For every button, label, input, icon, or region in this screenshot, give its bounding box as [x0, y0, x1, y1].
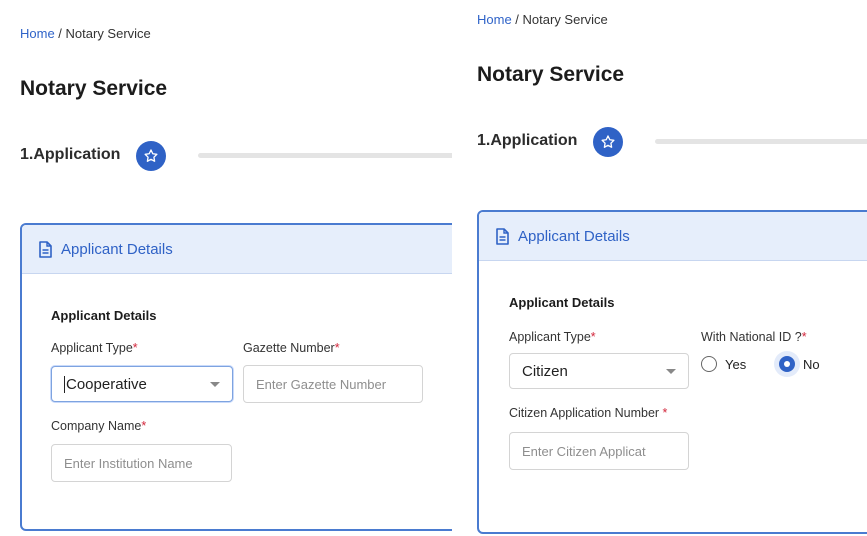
step-badge[interactable] [593, 127, 623, 157]
applicant-type-label: Applicant Type* [509, 330, 596, 344]
breadcrumb-separator: / [54, 26, 66, 41]
applicant-type-select[interactable]: Citizen [509, 353, 689, 389]
company-name-label: Company Name* [51, 419, 147, 433]
required-marker: * [132, 341, 138, 355]
gazette-number-label: Gazette Number* [243, 341, 340, 355]
required-marker: * [662, 406, 668, 420]
radio-checked-icon [779, 356, 795, 372]
left-panel: Home / Notary Service Notary Service 1.A… [0, 0, 452, 536]
required-marker: * [801, 330, 807, 344]
section-title: Applicant Details [51, 308, 157, 323]
caret-down-icon [666, 369, 676, 374]
national-id-no-radio[interactable]: No [779, 356, 820, 372]
star-icon [601, 135, 615, 148]
gazette-number-input[interactable] [243, 365, 423, 403]
applicant-type-value: Cooperative [66, 375, 147, 393]
radio-label: Yes [725, 356, 747, 372]
required-marker: * [590, 330, 596, 344]
step-badge[interactable] [136, 141, 166, 171]
breadcrumb-home-link[interactable]: Home [20, 26, 55, 41]
card-header: Applicant Details [22, 225, 452, 274]
required-marker: * [334, 341, 340, 355]
step-progress-line [655, 139, 867, 144]
card-header-title: Applicant Details [518, 227, 630, 245]
radio-unchecked-icon [701, 356, 717, 372]
step-label: 1.Application [477, 132, 578, 149]
section-title: Applicant Details [509, 295, 615, 310]
step-label: 1.Application [20, 146, 121, 163]
applicant-type-select[interactable]: Cooperative [51, 366, 233, 402]
document-icon [495, 227, 510, 245]
applicant-details-card: Applicant Details Applicant Details Appl… [477, 210, 867, 534]
page-title: Notary Service [20, 77, 168, 100]
required-marker: * [141, 419, 147, 433]
step-progress-line [198, 153, 452, 158]
right-panel: Home / Notary Service Notary Service 1.A… [452, 0, 867, 536]
card-header-title: Applicant Details [61, 240, 173, 258]
star-icon [144, 149, 158, 162]
breadcrumb: Home / Notary Service [20, 26, 151, 41]
company-name-input[interactable] [51, 444, 232, 482]
breadcrumb-separator: / [511, 12, 523, 27]
citizen-application-number-label: Citizen Application Number * [509, 406, 668, 420]
applicant-details-card: Applicant Details Applicant Details Appl… [20, 223, 452, 531]
breadcrumb: Home / Notary Service [477, 12, 608, 27]
card-header: Applicant Details [479, 212, 867, 261]
text-cursor [64, 375, 65, 393]
caret-down-icon [210, 382, 220, 387]
page-title: Notary Service [477, 63, 625, 86]
national-id-label: With National ID ?* [701, 330, 807, 344]
national-id-yes-radio[interactable]: Yes [701, 356, 746, 372]
citizen-application-number-input[interactable] [509, 432, 689, 470]
breadcrumb-home-link[interactable]: Home [477, 12, 512, 27]
radio-label: No [803, 356, 820, 372]
applicant-type-value: Citizen [522, 362, 568, 380]
breadcrumb-current: Notary Service [522, 12, 608, 27]
document-icon [38, 240, 53, 258]
breadcrumb-current: Notary Service [65, 26, 151, 41]
applicant-type-label: Applicant Type* [51, 341, 138, 355]
